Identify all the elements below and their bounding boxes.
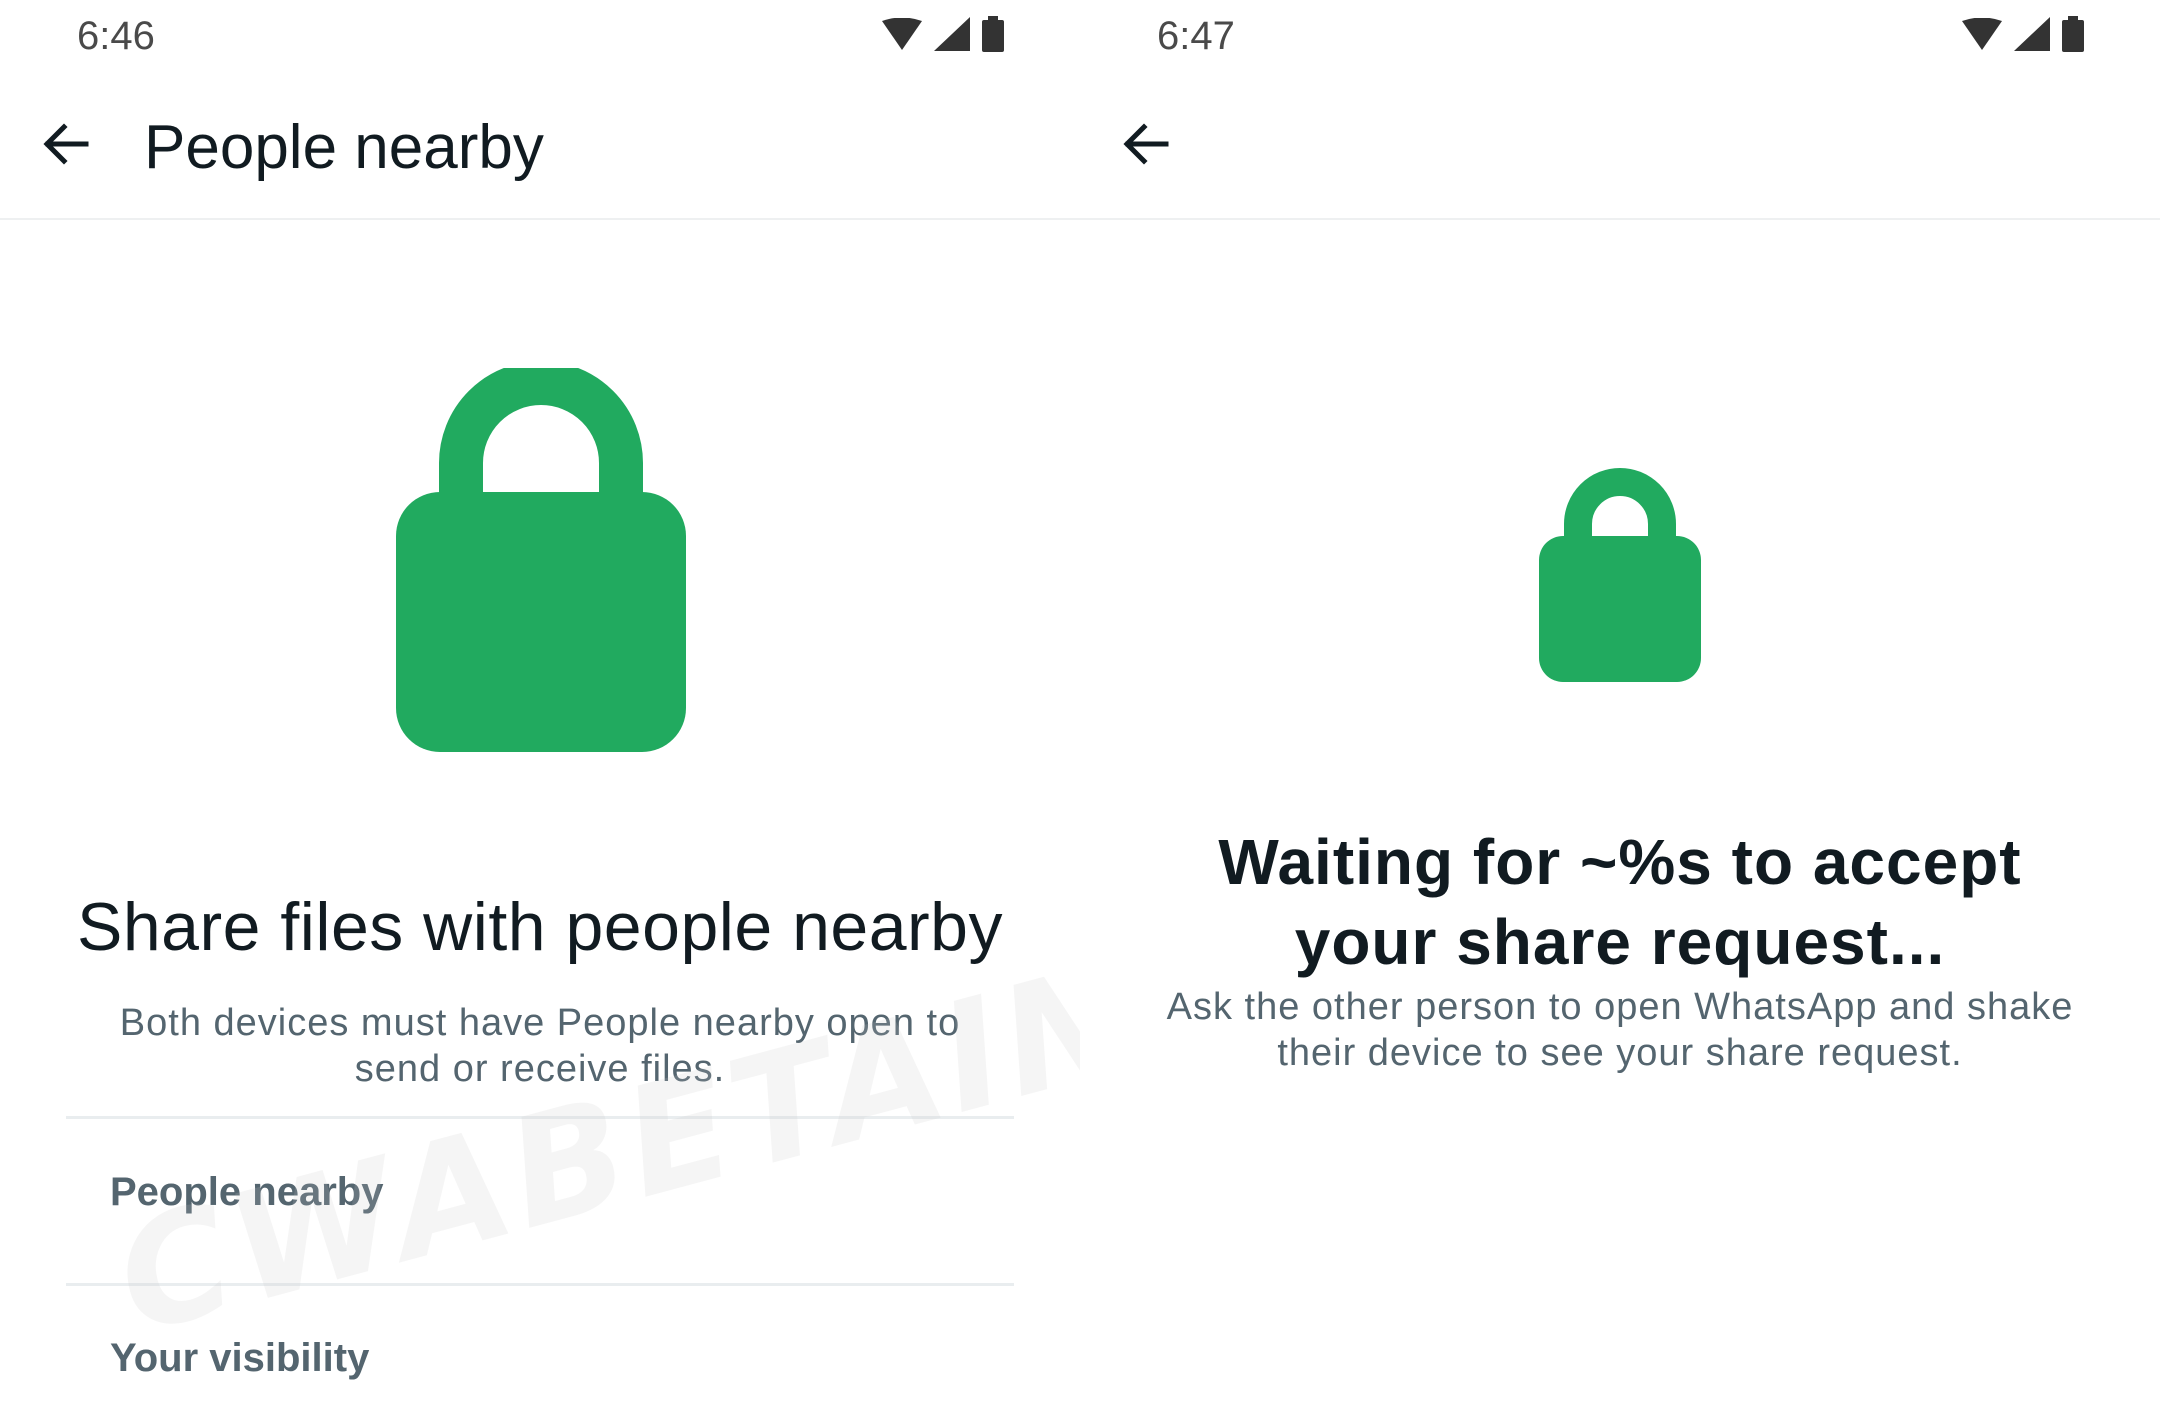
lock-icon (396, 368, 686, 752)
your-visibility-item[interactable]: Your visibility (110, 1336, 369, 1381)
status-icons (1962, 16, 2084, 52)
status-time: 6:46 (77, 14, 155, 58)
wifi-icon (882, 18, 922, 50)
share-files-heading: Share files with people nearby (77, 889, 1003, 965)
battery-icon (982, 16, 1004, 52)
cellular-signal-icon (2014, 17, 2050, 51)
status-bar: 6:46 (0, 0, 1080, 72)
share-files-description: Both devices must have People nearby ope… (119, 1002, 961, 1090)
app-bar: People nearby (0, 72, 1080, 220)
battery-icon (2062, 16, 2084, 52)
status-icons (882, 16, 1004, 52)
waiting-heading: Waiting for ~%s to accept your share req… (1218, 826, 2022, 978)
cellular-signal-icon (934, 17, 970, 51)
back-button[interactable] (34, 112, 98, 176)
back-arrow-icon (1123, 123, 1169, 165)
waiting-description: Ask the other person to open WhatsApp an… (1166, 986, 2074, 1074)
people-nearby-item[interactable]: People nearby (110, 1170, 383, 1215)
divider (66, 1116, 1014, 1119)
lock-icon (1539, 468, 1701, 682)
waiting-request-screen: 6:47 Waiting for ~%s to accept your shar… (1080, 0, 2160, 1427)
back-button[interactable] (1114, 112, 1178, 176)
people-nearby-screen: 6:46 People nearby Share files with peop… (0, 0, 1080, 1427)
back-arrow-icon (43, 123, 89, 165)
status-time: 6:47 (1157, 14, 1235, 58)
page-title: People nearby (144, 113, 544, 182)
divider (66, 1283, 1014, 1286)
app-bar (1080, 72, 2160, 220)
wifi-icon (1962, 18, 2002, 50)
status-bar: 6:47 (1080, 0, 2160, 72)
